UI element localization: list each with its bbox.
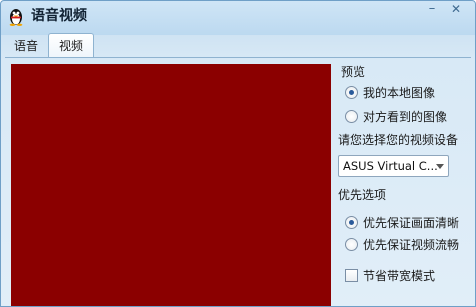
bandwidth-saving-checkbox[interactable] [345,269,358,282]
radio-clear-picture[interactable] [345,216,358,229]
radio-selected-dot [349,220,354,225]
option-clear-picture-label[interactable]: 优先保证画面清晰 [363,215,459,231]
close-button[interactable]: ✕ [445,2,467,18]
radio-remote-image[interactable] [345,110,358,123]
option-local-image-label[interactable]: 我的本地图像 [363,85,435,101]
video-device-select[interactable]: ASUS Virtual C... [338,155,449,177]
qq-penguin-icon [9,9,23,26]
voice-video-window: 语音视频 – ✕ 语音 视频 预览 我的本地图像 对方看到的图像 请您选择您的视… [0,0,476,307]
bandwidth-saving-label[interactable]: 节省带宽模式 [363,268,435,284]
video-preview-area [11,64,331,306]
title-bar: 语音视频 – ✕ [1,1,475,33]
tab-voice[interactable]: 语音 [9,35,43,57]
preview-heading: 预览 [341,65,366,79]
radio-smooth-video[interactable] [345,238,358,251]
video-device-value: ASUS Virtual C... [343,159,438,173]
radio-local-image[interactable] [345,86,358,99]
radio-selected-dot [349,90,354,95]
window-title: 语音视频 [31,8,87,24]
chevron-down-icon [436,164,444,169]
minimize-button[interactable]: – [421,2,443,18]
priority-heading: 优先选项 [338,188,387,202]
option-remote-image-label[interactable]: 对方看到的图像 [363,109,447,125]
tab-video[interactable]: 视频 [48,33,94,58]
option-smooth-video-label[interactable]: 优先保证视频流畅 [363,237,459,253]
device-heading: 请您选择您的视频设备 [338,133,459,147]
